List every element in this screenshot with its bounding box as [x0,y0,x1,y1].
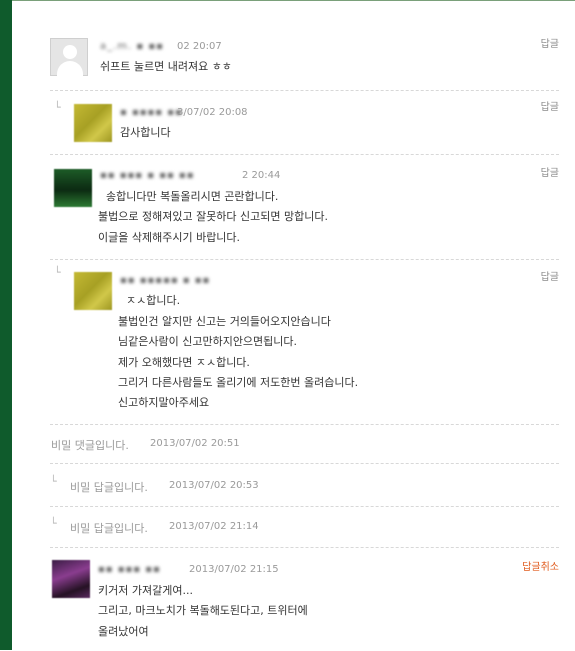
comment-text: 그리거 다른사람들도 올리기에 저도한번 올려습니다. [118,376,359,389]
reply-button[interactable]: 답글 [541,164,559,179]
comment-text: 올려났어여 [98,625,149,638]
comment-divider [50,506,559,507]
reply-button[interactable]: 답글 [541,268,559,283]
comment-text: 그리고, 마크노치가 복돌해도된다고, 트위터에 [98,604,308,617]
comment-text: 이글을 삭제해주시기 바랍니다. [98,231,241,244]
comment-divider [50,463,559,464]
secret-reply-text: 비밀 답글입니다. [70,522,148,535]
comment-divider [50,90,559,91]
comment-text: 감사합니다 [120,126,171,139]
comment-text: 키거저 가져갈게여... [98,584,193,597]
comment-list: a_.m. ▪ ▪▪ 02 20:07 쉬프트 눌르면 내려져요 ㅎㅎ 답글 └… [12,0,575,651]
comment-text: 송합니다만 복돌올리시면 곤란합니다. [106,190,279,203]
comment-nickname[interactable]: a_.m. ▪ ▪▪ [100,41,164,52]
comment-text: ㅈㅅ합니다. [126,294,181,307]
comment-date: 2013/07/02 20:51 [150,438,240,449]
comment-text: 불법으로 정해져있고 잘못하다 신고되면 망합니다. [98,210,329,223]
reply-indent-icon: └ [54,266,61,279]
comment-text: 불법인건 알지만 신고는 거의들어오지안습니다 [118,315,331,328]
comment-divider [50,154,559,155]
comment-date: 2 20:44 [242,170,281,181]
comment-text: 님같은사람이 신고만하지안으면됩니다. [118,335,298,348]
reply-indent-icon: └ [54,101,61,114]
avatar [54,169,92,207]
comment-text: 신고하지말아주세요 [118,396,210,409]
comment-divider [50,547,559,548]
cancel-reply-button[interactable]: 답글취소 [522,558,559,573]
reply-indent-icon: └ [50,475,57,488]
comment-date: 2013/07/02 21:14 [169,521,259,532]
comment-divider [50,259,559,260]
comment-nickname[interactable]: ▪▪ ▪▪▪▪▪ ▪ ▪▪ [120,275,210,286]
comment-date: 3/07/02 20:08 [177,107,248,118]
comment-text: 쉬프트 눌르면 내려져요 ㅎㅎ [100,60,232,73]
comment-date: 2013/07/02 21:15 [189,564,279,575]
comment-divider [50,424,559,425]
avatar [52,560,90,598]
default-avatar-icon [50,38,88,77]
comment-nickname[interactable]: ▪ ▪▪▪▪ ▪▪ [120,107,183,118]
reply-button[interactable]: 답글 [541,98,559,113]
reply-button[interactable]: 답글 [541,35,559,50]
comment-text: 제가 오해했다면 ㅈㅅ합니다. [118,356,250,369]
comment-nickname[interactable]: ▪▪ ▪▪▪ ▪ ▪▪ ▪▪ [100,170,195,181]
secret-reply-text: 비밀 답글입니다. [70,481,148,494]
secret-comment-text: 비밀 댓글입니다. [51,439,129,452]
reply-indent-icon: └ [50,517,57,530]
avatar [74,104,112,142]
comment-date: 02 20:07 [177,41,222,52]
avatar [74,272,112,310]
comment-date: 2013/07/02 20:53 [169,480,259,491]
comment-nickname[interactable]: ▪▪ ▪▪▪ ▪▪ [98,564,161,575]
left-border-bar [0,0,12,650]
